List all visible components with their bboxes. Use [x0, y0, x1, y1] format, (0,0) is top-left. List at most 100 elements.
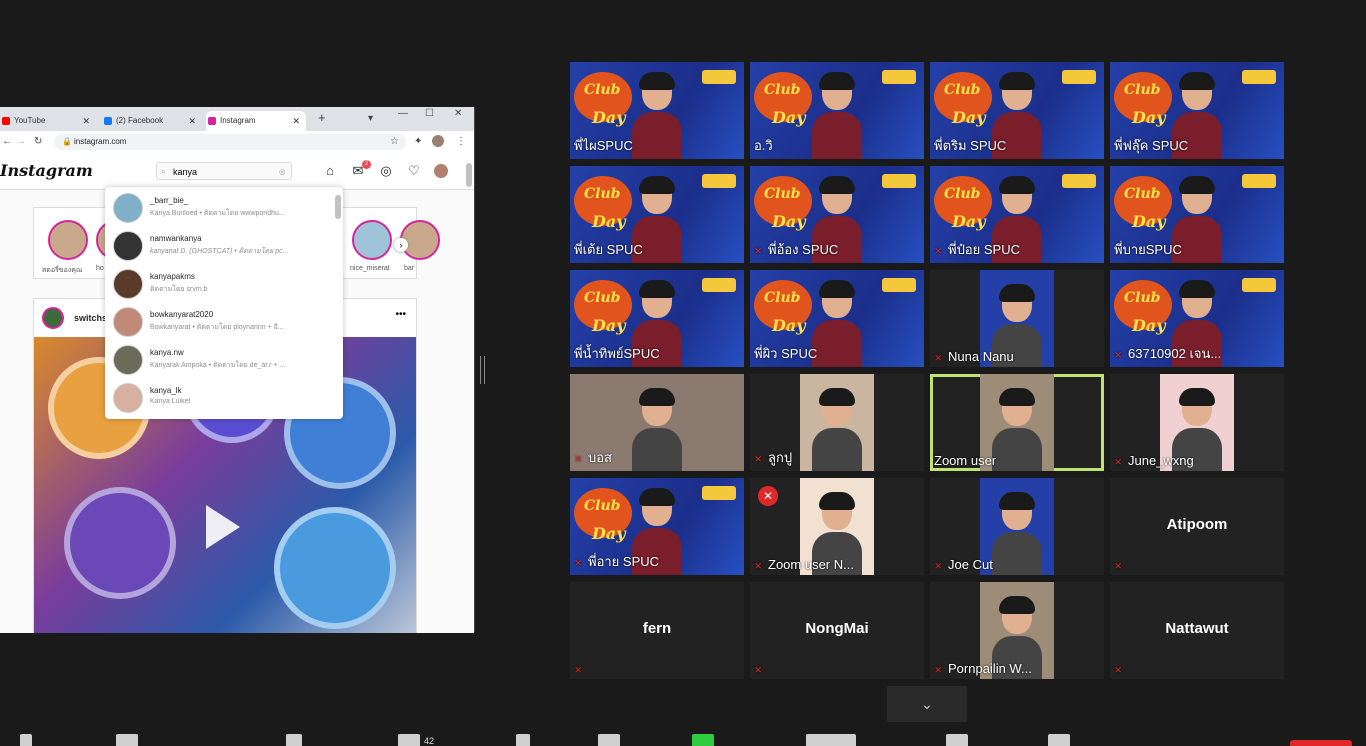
result-subtitle: Kanya Luiket: [150, 398, 191, 405]
tab-label: (2) Facebook: [116, 116, 164, 125]
participant-tile[interactable]: ⨯ บอส: [570, 374, 744, 471]
end-meeting-button[interactable]: [1290, 740, 1352, 746]
tab-instagram[interactable]: Instagram ✕: [206, 111, 306, 131]
list-item[interactable]: namwankanya kanyanat D. (GHOSTCAT) • ติด…: [105, 225, 343, 263]
close-icon[interactable]: ✕: [82, 111, 90, 131]
list-item[interactable]: bowkanyarat2020 Bowkanyarat • ติดตามโดย …: [105, 301, 343, 339]
url-input[interactable]: 🔒 instagram.com ☆: [54, 134, 406, 150]
mute-icon[interactable]: [20, 734, 32, 746]
record-icon[interactable]: [806, 734, 856, 746]
instagram-logo[interactable]: Instagram: [0, 161, 93, 180]
search-input[interactable]: ⌕ kanya ⊗: [156, 162, 292, 180]
participant-tile[interactable]: ⨯ June_wxng: [1110, 374, 1284, 471]
participant-tile[interactable]: fern ⨯: [570, 582, 744, 679]
list-item[interactable]: kanyapakms ติดตามโดย srvm.b: [105, 263, 343, 301]
story-avatar[interactable]: [352, 220, 392, 260]
story-label: nice_miserat: [350, 265, 390, 272]
next-page-button[interactable]: ⌄: [887, 686, 967, 722]
split-divider[interactable]: [480, 356, 485, 384]
participant-tile[interactable]: Club Day พี่ไผSPUC: [570, 62, 744, 159]
heart-icon[interactable]: ♡: [406, 163, 422, 179]
youtube-icon: [2, 117, 10, 125]
chevron-right-icon[interactable]: ›: [394, 238, 408, 252]
share-screen-icon[interactable]: [692, 734, 714, 746]
tab-youtube[interactable]: YouTube ✕: [0, 111, 96, 131]
tab-search-icon[interactable]: ▾: [368, 113, 373, 124]
reload-icon[interactable]: ↻: [34, 136, 42, 147]
tab-label: YouTube: [14, 116, 46, 125]
participant-name: ⨯: [754, 661, 768, 676]
participant-name: อ.วิ: [754, 135, 773, 156]
explore-icon[interactable]: ◎: [378, 163, 394, 179]
notification-badge: 2: [362, 160, 371, 169]
forward-icon[interactable]: →: [16, 136, 26, 147]
story-avatar[interactable]: [48, 220, 88, 260]
participant-tile[interactable]: ⨯ Pornpailin W...: [930, 582, 1104, 679]
participant-tile[interactable]: Club Day พี่ฟลุ๊ค SPUC: [1110, 62, 1284, 159]
more-options-icon[interactable]: •••: [395, 309, 406, 320]
mic-off-icon: ⨯: [754, 245, 763, 257]
close-icon[interactable]: ✕: [292, 111, 300, 131]
star-icon[interactable]: ☆: [390, 134, 399, 150]
security-icon[interactable]: [286, 734, 302, 746]
back-icon[interactable]: ←: [2, 136, 12, 147]
close-icon[interactable]: ✕: [188, 111, 196, 131]
home-icon[interactable]: ⌂: [322, 163, 338, 179]
minimize-icon[interactable]: —: [398, 108, 408, 119]
scrollbar[interactable]: [335, 195, 341, 219]
participant-tile[interactable]: Club Day ⨯ พี่อาย SPUC: [570, 478, 744, 575]
video-icon[interactable]: [116, 734, 138, 746]
participant-tile[interactable]: Atipoom ⨯: [1110, 478, 1284, 575]
tab-facebook[interactable]: (2) Facebook ✕: [102, 111, 202, 131]
participant-name-label: พี่อ้อง SPUC: [768, 242, 839, 257]
avatar: [113, 193, 143, 223]
avatar[interactable]: [434, 164, 448, 178]
participant-name: ⨯: [574, 661, 588, 676]
participant-name-label: June_wxng: [1128, 453, 1194, 468]
participant-tile[interactable]: Club Day พี่ผิว SPUC: [750, 270, 924, 367]
extensions-icon[interactable]: ✦: [414, 136, 422, 147]
participants-icon[interactable]: [398, 734, 420, 746]
clear-search-icon[interactable]: ⊗: [278, 163, 286, 181]
participant-name-label: 63710902 เจน...: [1128, 346, 1222, 361]
list-item[interactable]: _barr_bie_ Kanya Bunloed • ติดตามโดย www…: [105, 187, 343, 225]
menu-icon[interactable]: ⋮: [456, 136, 466, 147]
participant-tile[interactable]: Club Day ⨯ 63710902 เจน...: [1110, 270, 1284, 367]
avatar: [113, 345, 143, 375]
participant-name: พี่บายSPUC: [1114, 239, 1182, 260]
avatar[interactable]: [42, 307, 64, 329]
profile-avatar[interactable]: [432, 135, 444, 147]
breakout-rooms-icon[interactable]: [946, 734, 968, 746]
participant-tile[interactable]: ⨯ Nuna Nanu: [930, 270, 1104, 367]
participant-tile[interactable]: Nattawut ⨯: [1110, 582, 1284, 679]
participant-tile[interactable]: NongMai ⨯: [750, 582, 924, 679]
participant-tile[interactable]: Club Day พี่บายSPUC: [1110, 166, 1284, 263]
participant-tile[interactable]: Club Day อ.วิ: [750, 62, 924, 159]
participant-name-label: พี่เต้ย SPUC: [574, 242, 643, 257]
participant-name-label: พี่อาย SPUC: [588, 554, 660, 569]
new-tab-icon[interactable]: +: [318, 110, 326, 125]
participant-tile[interactable]: Club Day พี่เต้ย SPUC: [570, 166, 744, 263]
list-item[interactable]: kanya_lk Kanya Luiket: [105, 377, 343, 415]
window-close-icon[interactable]: ✕: [454, 108, 462, 119]
participant-tile[interactable]: Club Day พี่น้ำทิพย์SPUC: [570, 270, 744, 367]
mic-off-icon: ⨯: [934, 560, 943, 572]
participant-tile[interactable]: Club Day ⨯ พี่อ้อง SPUC: [750, 166, 924, 263]
participant-tile[interactable]: Club Day ⨯ พี่ป๋อย SPUC: [930, 166, 1104, 263]
play-icon[interactable]: [206, 505, 240, 549]
page-scrollbar[interactable]: [466, 163, 472, 187]
participant-tile[interactable]: Club Day พี่ตริม SPUC: [930, 62, 1104, 159]
participant-tile[interactable]: ✕ ⨯ Zoom user N...: [750, 478, 924, 575]
maximize-icon[interactable]: ☐: [425, 108, 434, 119]
participant-tile[interactable]: Zoom user: [930, 374, 1104, 471]
polls-icon[interactable]: [598, 734, 620, 746]
chat-icon[interactable]: [516, 734, 530, 746]
participant-tile[interactable]: ⨯ ลูกปู: [750, 374, 924, 471]
mic-off-icon: ⨯: [1114, 560, 1123, 572]
participant-name-label: Zoom user N...: [768, 557, 854, 572]
reactions-icon[interactable]: [1048, 734, 1070, 746]
list-item[interactable]: kanya.nw Kanyarak Ampoka • ติดตามโดย de_…: [105, 339, 343, 377]
participant-tile[interactable]: ⨯ Joe Cut: [930, 478, 1104, 575]
video-feed: [812, 72, 862, 159]
video-feed: [800, 374, 874, 471]
